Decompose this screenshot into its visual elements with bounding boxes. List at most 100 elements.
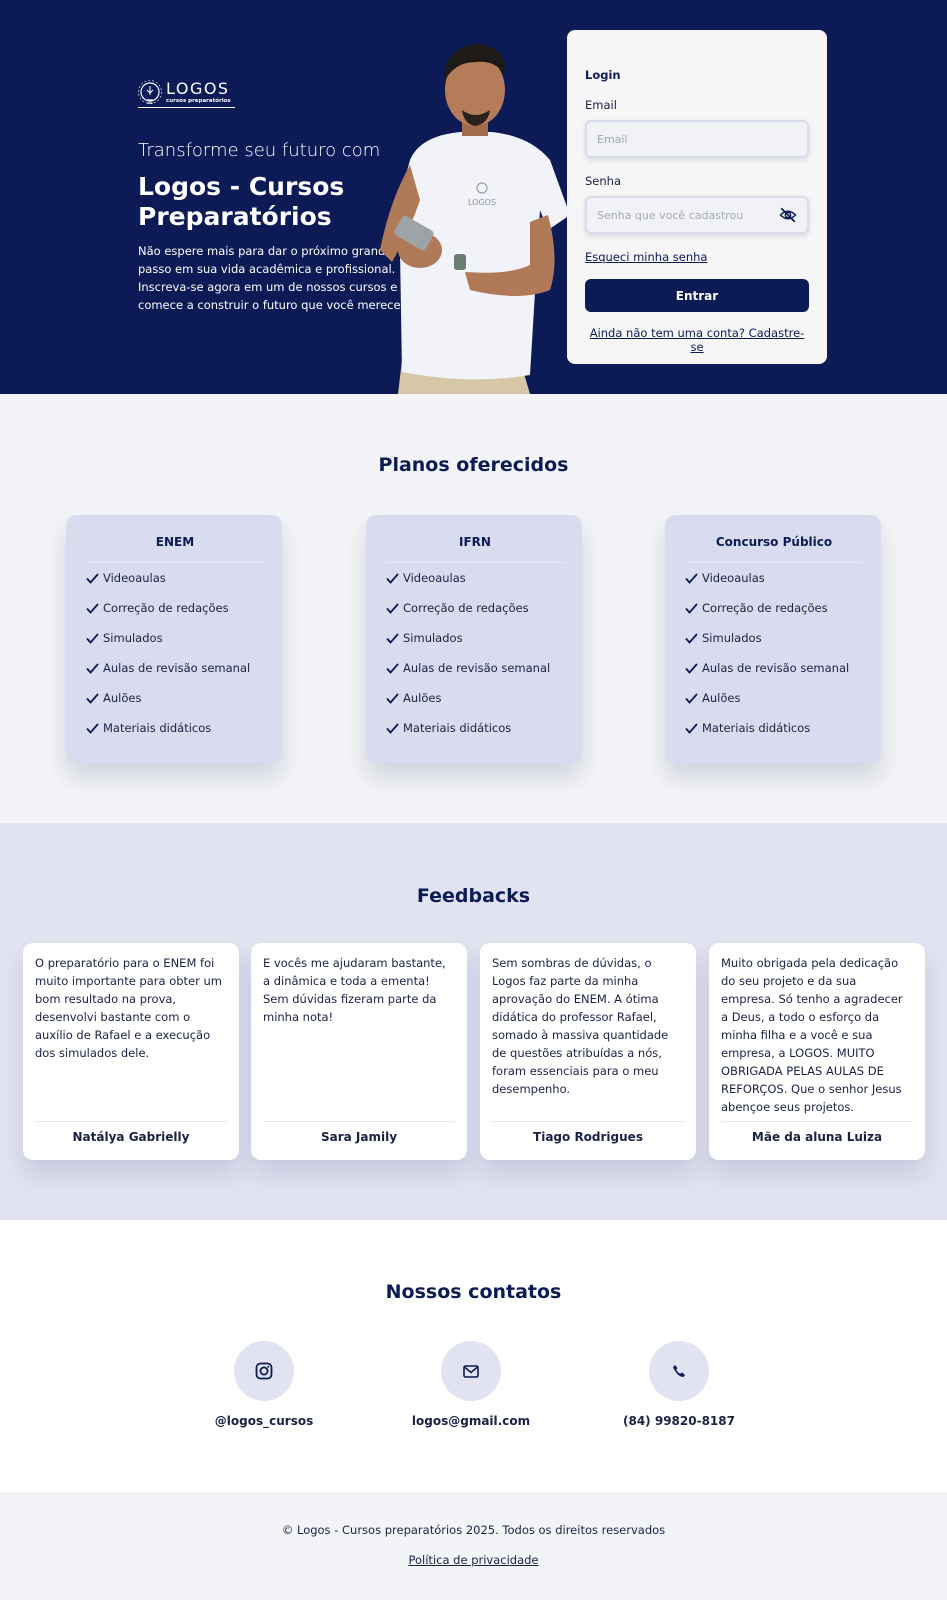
student-photo: LOGOS	[380, 44, 570, 394]
plan-title: Concurso Público	[685, 535, 863, 563]
contact-email[interactable]: logos@gmail.com	[391, 1341, 551, 1428]
phone-icon-circle[interactable]	[649, 1341, 709, 1401]
phone-number[interactable]: (84) 99820-8187	[599, 1414, 759, 1428]
feedback-text: O preparatório para o ENEM foi muito imp…	[35, 956, 223, 1060]
contact-instagram[interactable]: @logos_cursos	[184, 1341, 344, 1428]
check-icon	[86, 632, 99, 644]
plan-feature: Simulados	[86, 623, 264, 653]
feedback-card: O preparatório para o ENEM foi muito imp…	[23, 943, 239, 1160]
logo-wordmark: LOGOS	[166, 79, 230, 98]
plan-feature: Correção de redações	[685, 593, 863, 623]
hero-subtitle: Transforme seu futuro com	[138, 140, 381, 161]
feedback-author: Natálya Gabrielly	[72, 1130, 190, 1144]
plan-feature: Materiais didáticos	[86, 713, 264, 743]
check-icon	[685, 632, 698, 644]
plans-title: Planos oferecidos	[378, 454, 569, 476]
hero-description: Não espere mais para dar o próximo grand…	[138, 244, 406, 312]
plan-feature: Aulas de revisão semanal	[386, 653, 564, 683]
plan-feature: Aulões	[685, 683, 863, 713]
check-icon	[386, 692, 399, 704]
plan-feature: Correção de redações	[86, 593, 264, 623]
plan-feature: Materiais didáticos	[386, 713, 564, 743]
feedback-text: Muito obrigada pela dedicação do seu pro…	[721, 956, 903, 1114]
feedbacks-title: Feedbacks	[416, 885, 531, 907]
plan-feature: Materiais didáticos	[685, 713, 863, 743]
instagram-handle[interactable]: @logos_cursos	[184, 1414, 344, 1428]
footer: © Logos - Cursos preparatórios 2025. Tod…	[0, 1492, 947, 1600]
password-field[interactable]: Senha que você cadastrou	[585, 196, 809, 234]
instagram-icon-circle[interactable]	[234, 1341, 294, 1401]
login-title: Login	[585, 68, 621, 82]
check-icon	[86, 722, 99, 734]
contacts-title: Nossos contatos	[385, 1281, 562, 1303]
hero-title: Logos - Cursos Preparatórios	[138, 172, 345, 231]
copyright-text: © Logos - Cursos preparatórios 2025. Tod…	[281, 1523, 666, 1537]
plan-card-concurso: Concurso Público Videoaulas Correção de …	[665, 515, 881, 763]
contact-phone[interactable]: (84) 99820-8187	[599, 1341, 759, 1428]
plan-feature: Aulões	[386, 683, 564, 713]
plan-feature: Videoaulas	[685, 563, 863, 593]
check-icon	[685, 692, 698, 704]
email-placeholder: Email	[597, 132, 628, 146]
plan-feature: Simulados	[386, 623, 564, 653]
plan-feature: Aulas de revisão semanal	[685, 653, 863, 683]
check-icon	[86, 692, 99, 704]
check-icon	[86, 602, 99, 614]
check-icon	[386, 722, 399, 734]
logo-tagline: cursos preparatórios	[166, 98, 231, 104]
check-icon	[386, 662, 399, 674]
feedbacks-section: Feedbacks O preparatório para o ENEM foi…	[0, 823, 947, 1220]
check-icon	[685, 572, 698, 584]
plan-feature: Videoaulas	[86, 563, 264, 593]
feedback-text: E vocês me ajudaram bastante, a dinâmica…	[263, 956, 446, 1024]
plan-title: ENEM	[86, 535, 264, 563]
forgot-password-link[interactable]: Esqueci minha senha	[585, 250, 707, 264]
feedback-author: Mãe da aluna Luiza	[751, 1130, 883, 1144]
plan-card-ifrn: IFRN Videoaulas Correção de redações Sim…	[366, 515, 582, 763]
privacy-policy-link[interactable]: Política de privacidade	[0, 1553, 947, 1567]
instagram-icon	[255, 1362, 273, 1380]
feedback-text: Sem sombras de dúvidas, o Logos faz part…	[492, 956, 669, 1096]
check-icon	[386, 632, 399, 644]
plan-feature: Videoaulas	[386, 563, 564, 593]
plan-card-enem: ENEM Videoaulas Correção de redações Sim…	[66, 515, 282, 763]
mail-icon-circle[interactable]	[441, 1341, 501, 1401]
feedback-divider	[492, 1121, 684, 1122]
email-field[interactable]: Email	[585, 120, 809, 158]
feedback-divider	[35, 1121, 227, 1122]
svg-text:LOGOS: LOGOS	[468, 198, 496, 207]
email-label: Email	[585, 98, 617, 112]
check-icon	[685, 602, 698, 614]
login-card: Login Email Email Senha Senha que você c…	[567, 30, 827, 364]
email-address[interactable]: logos@gmail.com	[391, 1414, 551, 1428]
plan-feature: Aulões	[86, 683, 264, 713]
plan-feature: Aulas de revisão semanal	[86, 653, 264, 683]
eye-off-icon[interactable]	[779, 207, 797, 223]
logos-logo[interactable]: LOGOS cursos preparatórios	[138, 80, 236, 110]
check-icon	[386, 572, 399, 584]
check-icon	[386, 602, 399, 614]
feedback-author: Tiago Rodrigues	[533, 1130, 643, 1144]
plans-section: Planos oferecidos ENEM Videoaulas Correç…	[0, 394, 947, 823]
password-label: Senha	[585, 174, 621, 188]
plan-feature: Simulados	[685, 623, 863, 653]
plan-feature: Correção de redações	[386, 593, 564, 623]
password-placeholder: Senha que você cadastrou	[597, 208, 744, 222]
feedback-divider	[721, 1121, 913, 1122]
feedback-card: Muito obrigada pela dedicação do seu pro…	[709, 943, 925, 1160]
login-submit-button[interactable]: Entrar	[585, 279, 809, 312]
signup-link[interactable]: Ainda não tem uma conta? Cadastre-se	[585, 326, 809, 354]
lightbulb-logo-icon	[138, 80, 162, 104]
phone-icon	[673, 1365, 685, 1377]
mail-icon	[463, 1364, 479, 1378]
feedback-divider	[263, 1121, 455, 1122]
hero-section: LOGOS cursos preparatórios Transforme se…	[0, 0, 947, 394]
feedback-author: Sara Jamily	[320, 1130, 398, 1144]
feedback-card: E vocês me ajudaram bastante, a dinâmica…	[251, 943, 467, 1160]
logo-underline	[138, 107, 235, 108]
check-icon	[685, 662, 698, 674]
check-icon	[86, 572, 99, 584]
feedback-card: Sem sombras de dúvidas, o Logos faz part…	[480, 943, 696, 1160]
plan-title: IFRN	[386, 535, 564, 563]
check-icon	[86, 662, 99, 674]
